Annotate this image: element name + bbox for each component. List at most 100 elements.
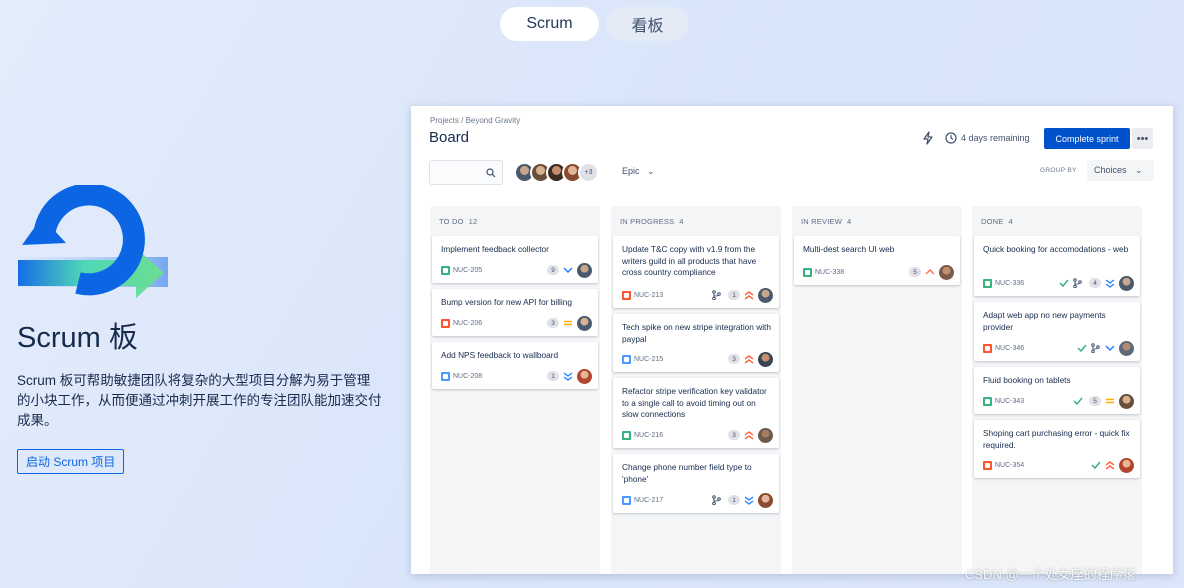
priority-medium-icon	[1104, 396, 1116, 406]
board-preview: Projects / Beyond Gravity Board 4 days r…	[411, 106, 1173, 574]
story-points: 3	[728, 430, 740, 440]
priority-lowest-icon	[1104, 278, 1116, 288]
bug-icon	[441, 318, 450, 328]
issue-key: NUC-206	[453, 319, 483, 327]
issue-key: NUC-213	[634, 291, 664, 299]
issue-title: Update T&C copy with v1.9 from the write…	[622, 244, 757, 277]
board-type-toggle: Scrum 看板	[500, 7, 689, 41]
check-icon	[1058, 278, 1069, 289]
assignee-avatar	[758, 427, 773, 443]
assignee-avatar	[1119, 393, 1134, 409]
priority-highest-icon	[743, 290, 755, 300]
column-title: TO DO	[439, 217, 464, 226]
issue-title: Multi-dest search UI web	[803, 244, 895, 254]
avatar-filter[interactable]: +3	[514, 162, 599, 183]
issue-card[interactable]: Implement feedback collector NUC-205 9	[432, 236, 598, 283]
issue-key: NUC-343	[995, 397, 1025, 405]
lightning-icon[interactable]	[922, 131, 934, 145]
assignee-avatar	[577, 368, 592, 384]
check-icon	[1076, 343, 1087, 354]
column-count: 4	[1008, 217, 1013, 226]
issue-title: Change phone number field type to 'phone…	[622, 462, 752, 484]
priority-highest-icon	[1104, 460, 1116, 470]
column-count: 12	[468, 217, 478, 226]
priority-lowest-icon	[562, 371, 574, 381]
bug-icon	[983, 460, 992, 470]
issue-card[interactable]: Change phone number field type to 'phone…	[613, 454, 779, 513]
search-icon	[486, 168, 496, 178]
search-input[interactable]	[429, 160, 503, 185]
issue-title: Shoping cart purchasing error - quick fi…	[983, 428, 1130, 450]
story-points: 5	[1089, 396, 1101, 406]
column-header: IN PROGRESS 4	[620, 217, 684, 226]
branch-icon	[1090, 343, 1101, 354]
issue-key: NUC-217	[634, 496, 664, 504]
column-header: DONE 4	[981, 217, 1013, 226]
issue-card[interactable]: Refactor stripe verification key validat…	[613, 378, 779, 448]
issue-title: Add NPS feedback to wallboard	[441, 350, 559, 360]
complete-sprint-button[interactable]: Complete sprint	[1044, 128, 1130, 149]
group-by-label: GROUP BY	[1040, 167, 1077, 174]
start-scrum-project-button[interactable]: 启动 Scrum 项目	[17, 449, 125, 474]
assignee-avatar	[758, 287, 773, 303]
column-done: DONE 4 Quick booking for accomodations - …	[972, 206, 1142, 574]
issue-card[interactable]: Bump version for new API for billing NUC…	[432, 289, 598, 336]
issue-title: Refactor stripe verification key validat…	[622, 386, 767, 419]
clock-icon	[945, 132, 957, 144]
issue-card[interactable]: Shoping cart purchasing error - quick fi…	[974, 420, 1140, 478]
chevron-down-icon: ⌄	[647, 166, 655, 176]
priority-highest-icon	[743, 430, 755, 440]
scrum-tab[interactable]: Scrum	[500, 7, 599, 41]
task-icon	[622, 495, 631, 505]
assignee-avatar	[939, 264, 954, 280]
story-points: 1	[547, 371, 559, 381]
column-header: TO DO 12	[439, 217, 477, 226]
epic-label: Epic	[622, 166, 640, 176]
group-by-value: Choices	[1094, 165, 1127, 175]
issue-key: NUC-215	[634, 355, 664, 363]
more-avatars-badge[interactable]: +3	[578, 162, 599, 183]
assignee-avatar	[758, 492, 773, 508]
more-actions-button[interactable]: •••	[1132, 128, 1153, 149]
priority-low-icon	[562, 265, 574, 275]
issue-title: Tech spike on new stripe integration wit…	[622, 322, 771, 344]
task-icon	[441, 371, 450, 381]
column-in-progress: IN PROGRESS 4 Update T&C copy with v1.9 f…	[611, 206, 781, 574]
issue-card[interactable]: Add NPS feedback to wallboard NUC-208 1	[432, 342, 598, 389]
branch-icon	[1072, 278, 1083, 289]
issue-card[interactable]: Fluid booking on tablets NUC-343 5	[974, 367, 1140, 414]
priority-lowest-icon	[743, 495, 755, 505]
column-count: 4	[679, 217, 684, 226]
issue-card[interactable]: Tech spike on new stripe integration wit…	[613, 314, 779, 372]
branch-icon	[711, 495, 722, 506]
bug-icon	[983, 343, 992, 353]
story-points: 3	[728, 354, 740, 364]
story-points: 1	[728, 290, 740, 300]
assignee-avatar	[577, 262, 592, 278]
column-header: IN REVIEW 4	[801, 217, 851, 226]
group-by-select[interactable]: Choices ⌄	[1087, 160, 1154, 181]
issue-card[interactable]: Adapt web app no new payments provider N…	[974, 302, 1140, 361]
check-icon	[1090, 460, 1101, 471]
scrum-logo-icon	[18, 185, 168, 298]
story-points: 5	[909, 267, 921, 277]
assignee-avatar	[577, 315, 592, 331]
issue-card[interactable]: Quick booking for accomodations - web NU…	[974, 236, 1140, 296]
priority-high-icon	[924, 267, 936, 277]
epic-filter[interactable]: Epic ⌄	[622, 166, 655, 177]
priority-highest-icon	[743, 354, 755, 364]
breadcrumb[interactable]: Projects / Beyond Gravity	[430, 116, 520, 125]
kanban-tab[interactable]: 看板	[606, 7, 689, 41]
issue-card[interactable]: Multi-dest search UI web NUC-338 5	[794, 236, 960, 285]
story-points: 3	[547, 318, 559, 328]
column-count: 4	[846, 217, 852, 226]
issue-title: Fluid booking on tablets	[983, 375, 1071, 385]
issue-title: Bump version for new API for billing	[441, 297, 572, 307]
issue-card[interactable]: Update T&C copy with v1.9 from the write…	[613, 236, 779, 308]
issue-title: Quick booking for accomodations - web	[983, 244, 1129, 254]
hero-title: Scrum 板	[17, 322, 138, 354]
column-title: DONE	[981, 217, 1004, 226]
issue-key: NUC-205	[453, 266, 483, 274]
chevron-down-icon: ⌄	[1135, 165, 1143, 175]
watermark: CSDN @一个处女座的程序猿	[965, 567, 1136, 582]
